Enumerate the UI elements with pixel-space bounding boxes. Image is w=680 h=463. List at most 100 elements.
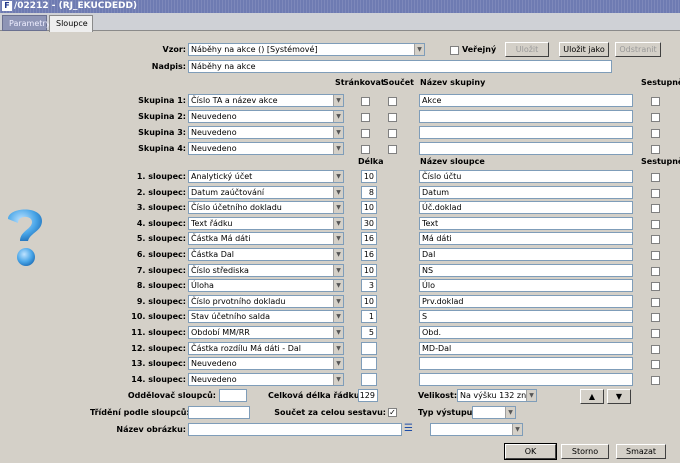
obrazek-select[interactable]: ▼ [430,423,523,436]
column-name-input-10[interactable]: S [419,310,633,324]
column-select-7[interactable]: Číslo střediska ▼ [188,263,344,277]
column-select-12[interactable]: Částka rozdílu Má dáti - Dal ▼ [188,341,344,355]
column-sestupne-checkbox-3[interactable] [651,204,660,214]
group-strankovat-checkbox-2[interactable] [361,113,370,122]
column-length-input-6[interactable]: 16 [361,248,377,261]
oddelovac-input[interactable] [219,389,247,402]
verejny-checkbox[interactable] [450,46,459,55]
group-name-input-4[interactable] [419,142,633,155]
velikost-select[interactable]: Na výšku 132 zn. ▼ [457,389,537,402]
storno-button[interactable]: Storno [561,444,609,459]
group-select-3[interactable]: Neuvedeno ▼ [188,126,344,139]
column-select-6[interactable]: Částka Dal ▼ [188,248,344,261]
column-sestupne-checkbox-13[interactable] [651,360,660,370]
column-length-input-3[interactable]: 10 [361,201,377,215]
column-sestupne-checkbox-14[interactable] [651,375,660,385]
column-select-14[interactable]: Neuvedeno ▼ [188,372,344,386]
group-name-input-3[interactable] [419,126,633,139]
column-name-input-2[interactable]: Datum [419,185,633,199]
column-name-input-8[interactable]: Úlo [419,279,633,293]
nazev-obrazku-input[interactable] [188,423,402,436]
column-length-input-5[interactable]: 16 [361,232,377,246]
column-name-input-1[interactable]: Číslo účtu [419,170,633,183]
ulozit-jako-button[interactable]: Uložit jako [559,42,609,57]
tab-sloupce[interactable]: Sloupce [49,15,93,32]
column-sestupne-checkbox-2[interactable] [651,188,660,198]
column-sestupne-checkbox-9[interactable] [651,297,660,307]
column-sestupne-checkbox-10[interactable] [651,313,660,323]
soucet-celou-checkbox[interactable]: ✓ [388,408,397,417]
group-strankovat-checkbox-4[interactable] [361,145,370,154]
column-length-input-13[interactable] [361,357,377,371]
tab-parametry[interactable]: Parametry [2,15,50,31]
column-select-5[interactable]: Částka Má dáti ▼ [188,232,344,246]
nadpis-input[interactable]: Náběhy na akce [188,60,612,73]
column-name-input-9[interactable]: Prv.doklad [419,294,633,308]
column-sestupne-checkbox-11[interactable] [651,329,660,338]
group-soucet-checkbox-2[interactable] [388,113,397,122]
group-select-1[interactable]: Číslo TA a název akce ▼ [188,94,344,107]
typ-vystupu-select[interactable]: ▼ [472,406,516,419]
odstranit-button[interactable]: Odstranit [615,42,661,57]
group-sestupne-checkbox-1[interactable] [651,97,660,106]
group-strankovat-checkbox-1[interactable] [361,97,370,106]
group-strankovat-checkbox-3[interactable] [361,129,370,138]
column-select-1[interactable]: Analytický účet ▼ [188,170,344,183]
column-length-input-7[interactable]: 10 [361,263,377,277]
group-sestupne-checkbox-3[interactable] [651,129,660,138]
column-sestupne-checkbox-7[interactable] [651,266,660,276]
column-label-12: 12. sloupec: [131,343,186,353]
column-select-2[interactable]: Datum zaúčtování ▼ [188,185,344,199]
group-name-input-1[interactable]: Akce [419,94,633,107]
group-sestupne-checkbox-4[interactable] [651,145,660,154]
column-sestupne-checkbox-1[interactable] [651,173,660,182]
vzor-select[interactable]: Náběhy na akce () [Systémové] ▼ [188,43,425,56]
column-sestupne-checkbox-12[interactable] [651,344,660,354]
column-select-10[interactable]: Stav účetního salda ▼ [188,310,344,324]
column-select-3[interactable]: Číslo účetního dokladu ▼ [188,201,344,215]
group-select-4[interactable]: Neuvedeno ▼ [188,142,344,155]
vzor-value: Náběhy na akce () [Systémové] [191,45,318,54]
column-sestupne-checkbox-8[interactable] [651,282,660,292]
column-length-input-14[interactable] [361,372,377,386]
column-select-4[interactable]: Text řádku ▼ [188,216,344,230]
smazat-button[interactable]: Smazat [616,444,666,459]
group-name-input-2[interactable] [419,110,633,123]
column-name-input-12[interactable]: MD-Dal [419,341,633,355]
list-icon[interactable]: ☰ [404,423,414,436]
column-length-input-11[interactable]: 5 [361,326,377,339]
column-select-13[interactable]: Neuvedeno ▼ [188,357,344,371]
column-sestupne-checkbox-4[interactable] [651,219,660,229]
column-sestupne-checkbox-5[interactable] [651,235,660,245]
column-length-input-10[interactable]: 1 [361,310,377,324]
group-soucet-checkbox-4[interactable] [388,145,397,154]
column-name-input-5[interactable]: Má dáti [419,232,633,246]
group-soucet-checkbox-1[interactable] [388,97,397,106]
column-name-input-13[interactable] [419,357,633,371]
column-length-input-12[interactable] [361,341,377,355]
column-length-input-8[interactable]: 3 [361,279,377,293]
group-soucet-checkbox-3[interactable] [388,129,397,138]
move-down-button[interactable]: ▼ [607,389,631,404]
column-name-input-14[interactable] [419,372,633,386]
column-select-11[interactable]: Období MM/RR ▼ [188,326,344,339]
column-label-9: 9. sloupec: [136,296,186,306]
trideni-input[interactable] [188,406,250,419]
group-select-2[interactable]: Neuvedeno ▼ [188,110,344,123]
column-name-input-4[interactable]: Text [419,216,633,230]
ok-button[interactable]: OK [504,443,557,460]
ulozit-button[interactable]: Uložit [505,42,549,57]
column-length-input-9[interactable]: 10 [361,294,377,308]
group-sestupne-checkbox-2[interactable] [651,113,660,122]
column-name-input-3[interactable]: Úč.doklad [419,201,633,215]
column-select-8[interactable]: Úloha ▼ [188,279,344,293]
column-name-input-6[interactable]: Dal [419,248,633,261]
column-name-input-11[interactable]: Obd. [419,326,633,339]
column-length-input-2[interactable]: 8 [361,185,377,199]
column-sestupne-checkbox-6[interactable] [651,251,660,260]
column-length-input-1[interactable]: 10 [361,170,377,183]
column-length-input-4[interactable]: 30 [361,216,377,230]
column-name-input-7[interactable]: NS [419,263,633,277]
move-up-button[interactable]: ▲ [580,389,604,404]
column-select-9[interactable]: Číslo prvotního dokladu ▼ [188,294,344,308]
